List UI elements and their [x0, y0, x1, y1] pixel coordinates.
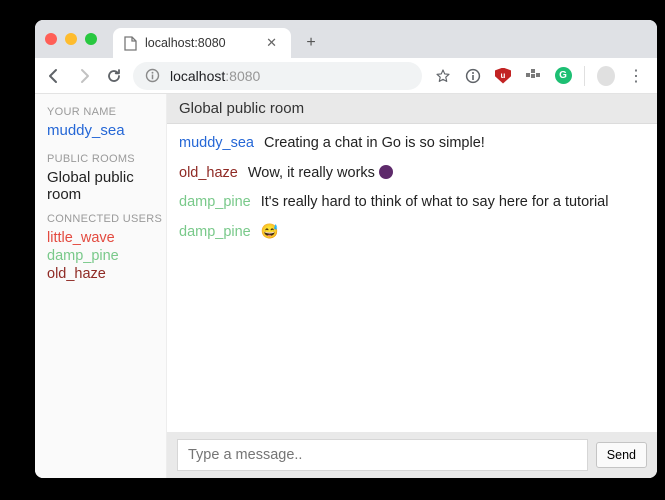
- back-button[interactable]: [43, 65, 65, 87]
- sidebar-user-item[interactable]: old_haze: [47, 265, 166, 283]
- browser-window: localhost:8080 ✕ + localhost:8080: [35, 20, 657, 478]
- message-text: Creating a chat in Go is so simple!: [264, 135, 485, 151]
- toolbar-right: u G ⋮: [430, 66, 649, 86]
- site-info-icon[interactable]: [145, 68, 160, 83]
- chat-message: old_haze Wow, it really works: [179, 164, 645, 184]
- sidebar-user-list: little_wavedamp_pineold_haze: [47, 229, 166, 283]
- address-bar[interactable]: localhost:8080: [133, 62, 422, 90]
- new-tab-button[interactable]: +: [299, 31, 323, 55]
- chat-message: damp_pine 😅: [179, 223, 645, 243]
- chat-panel: Global public room muddy_sea Creating a c…: [167, 94, 657, 478]
- emoji-icon: [379, 165, 393, 179]
- sidebar: YOUR NAME muddy_sea PUBLIC ROOMS Global …: [35, 94, 167, 478]
- bookmark-icon[interactable]: [434, 67, 452, 85]
- message-author: damp_pine: [179, 194, 251, 210]
- close-tab-button[interactable]: ✕: [262, 33, 281, 53]
- extension-grid-icon[interactable]: [524, 67, 542, 85]
- sidebar-user-item[interactable]: little_wave: [47, 229, 166, 247]
- chat-message-list: muddy_sea Creating a chat in Go is so sim…: [167, 124, 657, 432]
- maximize-window-button[interactable]: [85, 33, 97, 45]
- reload-button[interactable]: [103, 65, 125, 87]
- chat-room-title: Global public room: [167, 94, 657, 124]
- browser-menu-button[interactable]: ⋮: [627, 67, 645, 85]
- grammarly-icon[interactable]: G: [554, 67, 572, 85]
- tab-title: localhost:8080: [145, 36, 262, 50]
- toolbar-divider: [584, 66, 585, 86]
- sidebar-user-item[interactable]: damp_pine: [47, 247, 166, 265]
- sidebar-label-your-name: YOUR NAME: [47, 106, 166, 118]
- message-text: It's really hard to think of what to say…: [261, 194, 609, 210]
- close-window-button[interactable]: [45, 33, 57, 45]
- chat-compose-bar: Send: [167, 432, 657, 478]
- profile-avatar[interactable]: [597, 67, 615, 85]
- browser-tab[interactable]: localhost:8080 ✕: [113, 28, 291, 58]
- browser-toolbar: localhost:8080 u G: [35, 58, 657, 94]
- message-input[interactable]: [177, 439, 588, 471]
- sidebar-room-item[interactable]: Global public room: [47, 169, 166, 203]
- window-controls: [45, 20, 113, 58]
- send-button[interactable]: Send: [596, 442, 647, 468]
- address-host: localhost: [170, 68, 225, 84]
- message-text: Wow, it really works: [248, 165, 379, 181]
- message-author: damp_pine: [179, 224, 251, 240]
- tabstrip: localhost:8080 ✕ +: [35, 20, 657, 58]
- chat-message: damp_pine It's really hard to think of wh…: [179, 193, 645, 213]
- sidebar-label-users: CONNECTED USERS: [47, 213, 166, 225]
- ublock-shield-icon[interactable]: u: [494, 67, 512, 85]
- chat-message: muddy_sea Creating a chat in Go is so sim…: [179, 134, 645, 154]
- message-author: old_haze: [179, 165, 238, 181]
- page-content: YOUR NAME muddy_sea PUBLIC ROOMS Global …: [35, 94, 657, 478]
- info-extension-icon[interactable]: [464, 67, 482, 85]
- message-text: 😅: [261, 224, 279, 240]
- page-icon: [123, 36, 137, 50]
- forward-button[interactable]: [73, 65, 95, 87]
- minimize-window-button[interactable]: [65, 33, 77, 45]
- sidebar-label-rooms: PUBLIC ROOMS: [47, 153, 166, 165]
- address-port: :8080: [225, 68, 260, 84]
- message-author: muddy_sea: [179, 135, 254, 151]
- sidebar-my-name[interactable]: muddy_sea: [47, 122, 125, 139]
